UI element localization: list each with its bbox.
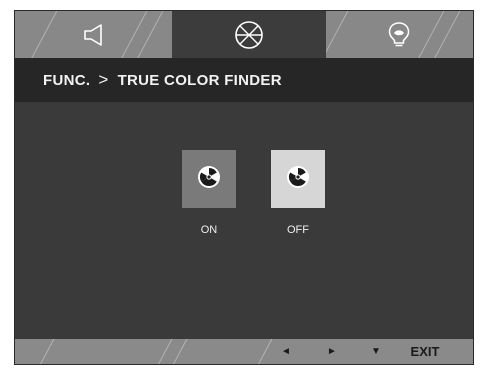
option-on-label: ON [200,224,218,236]
true-color-icon [197,165,221,194]
option-on-button[interactable] [182,150,236,208]
exit-button[interactable]: EXIT [403,339,447,364]
color-wheel-icon [234,20,264,50]
tab-function[interactable] [172,11,326,58]
footer-bar: ◄ ► ▼ EXIT [15,339,473,364]
menu-tabs [15,11,473,58]
breadcrumb-section: FUNC. [43,71,91,89]
true-color-icon [286,165,310,194]
option-off-button[interactable] [271,150,325,208]
nav-down-button[interactable]: ▼ [367,339,385,364]
page-title: TRUE COLOR FINDER [117,71,282,89]
tab-energy[interactable] [325,11,473,58]
nav-left-button[interactable]: ◄ [277,339,295,364]
osd-menu-window: FUNC. > TRUE COLOR FINDER ON OFF ◄ ► ▼ E… [14,10,474,365]
option-off-label: OFF [287,224,309,236]
tab-sound[interactable] [15,11,173,58]
nav-right-button[interactable]: ► [323,339,341,364]
breadcrumb: FUNC. > TRUE COLOR FINDER [15,58,473,102]
speaker-icon [81,22,107,48]
lightbulb-icon [387,21,411,49]
breadcrumb-separator: > [98,70,109,89]
